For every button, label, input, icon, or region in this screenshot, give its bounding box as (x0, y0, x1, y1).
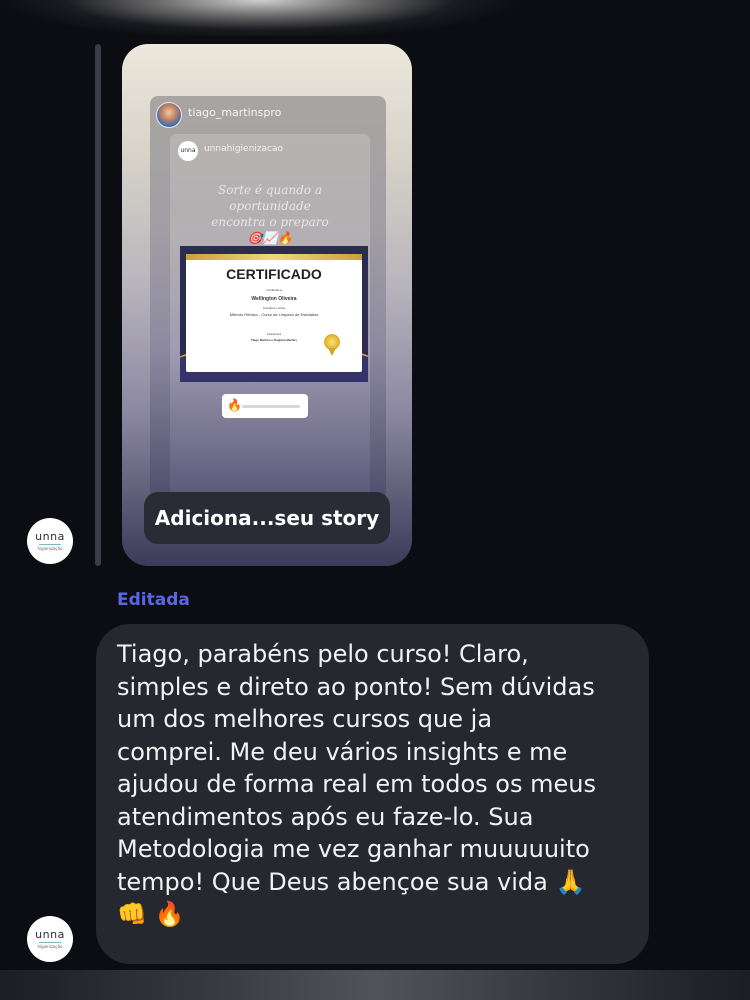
shared-story-card: unna unnahigienizacao Sorte é quando a o… (170, 134, 370, 498)
reply-indicator-bar (95, 44, 101, 566)
avatar-brand-underline (39, 544, 61, 545)
story-reaction-bar: 🔥 (222, 394, 308, 418)
avatar-brand-text: unna (35, 928, 65, 941)
top-edge-fade (0, 0, 750, 36)
story-author-username: tiago_martinspro (188, 106, 282, 119)
shared-story-logo: unna (178, 141, 198, 161)
certificate-course: Método Rítmico - Curso de Limpeza de Est… (229, 312, 319, 317)
story-author-avatar (156, 102, 182, 128)
certificate-conferred: Conferido a (266, 288, 282, 292)
avatar-brand-subtitle: higienização (37, 546, 63, 551)
message-bubble[interactable]: Tiago, parabéns pelo curso! Claro, simpl… (96, 624, 649, 964)
fire-icon: 🔥 (227, 398, 242, 412)
shared-story-username: unnahigienizacao (204, 144, 283, 154)
certificate-completion: Concluiu o curso (262, 306, 286, 310)
bottom-edge-fade (0, 970, 750, 1000)
medal-icon (324, 334, 340, 356)
avatar-brand-underline (39, 942, 61, 943)
avatar-brand-subtitle: higienização (37, 944, 63, 949)
edited-label: Editada (117, 590, 190, 610)
add-to-story-button[interactable]: Adiciona...seu story (144, 492, 390, 544)
certificate-recipient: Wellington Oliveira (251, 296, 297, 302)
sender-avatar[interactable]: unna higienização (27, 518, 73, 564)
certificate-gold-border (186, 254, 362, 260)
certificate-image: CERTIFICADO Conferido a Wellington Olive… (180, 246, 368, 382)
story-reply-preview[interactable]: tiago_martinspro unna unnahigienizacao S… (122, 44, 412, 566)
certificate-title: CERTIFICADO (226, 266, 322, 282)
sender-avatar-2[interactable]: unna higienização (27, 916, 73, 962)
shared-story-caption: Sorte é quando a oportunidade encontra o… (211, 183, 329, 245)
story-frame: tiago_martinspro unna unnahigienizacao S… (150, 96, 386, 514)
message-text: Tiago, parabéns pelo curso! Claro, simpl… (117, 640, 596, 928)
reaction-slider-track (242, 405, 300, 408)
avatar-brand-text: unna (35, 530, 65, 543)
certificate-paper: CERTIFICADO Conferido a Wellington Olive… (186, 254, 362, 372)
